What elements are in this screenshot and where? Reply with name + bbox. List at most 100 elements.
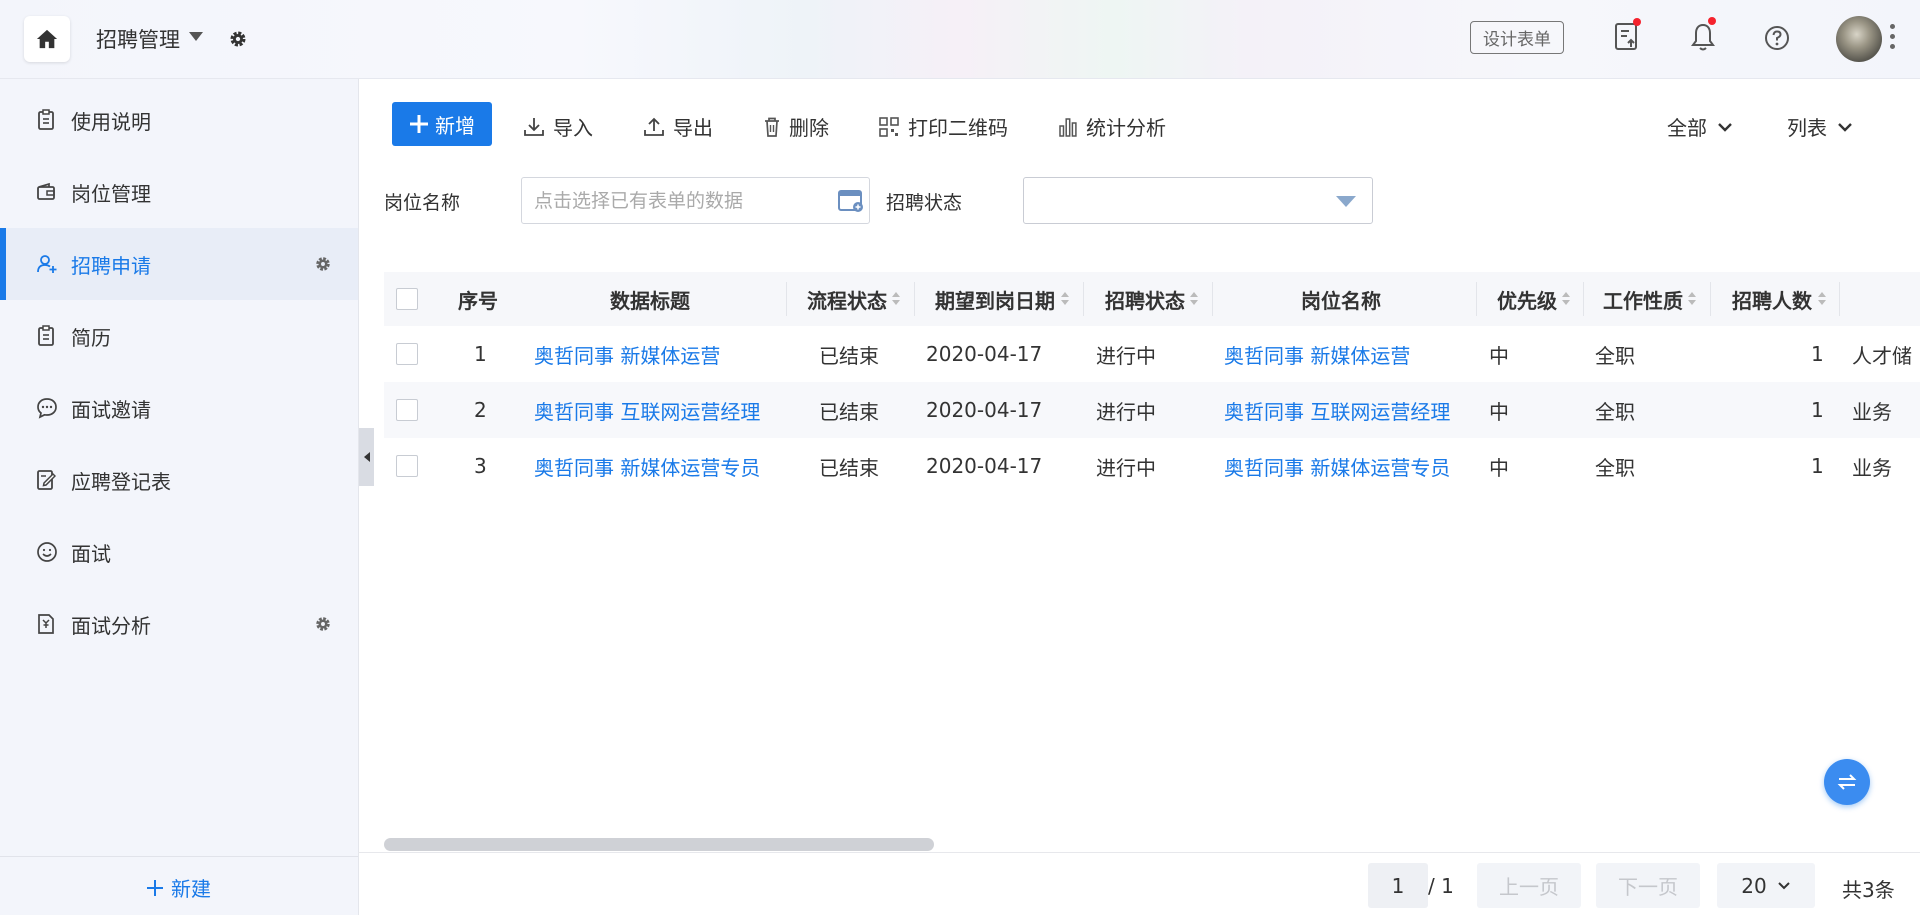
home-icon [36,29,58,49]
design-form-button[interactable]: 设计表单 [1470,21,1564,54]
row-checkbox[interactable] [396,343,418,365]
import-button[interactable]: 导入 [523,112,593,141]
column-header-flow-status[interactable]: 流程状态 [807,272,887,326]
cell-title-link[interactable]: 奥哲同事 互联网运营经理 [534,382,760,438]
sort-icon[interactable] [1818,292,1826,305]
page-size-value: 20 [1741,873,1767,898]
column-divider[interactable] [1710,282,1711,316]
cell-expected-date: 2020-04-17 [926,454,1043,478]
filter-all-label: 全部 [1667,116,1707,140]
cell-priority: 中 [1489,399,1509,424]
column-header-headcount[interactable]: 招聘人数 [1732,272,1812,326]
item-settings-gear-icon[interactable] [314,615,332,633]
help-icon[interactable] [1764,25,1790,51]
clipboard-icon [38,109,54,130]
row-checkbox[interactable] [396,455,418,477]
sidebar-footer: 新建 [0,856,358,916]
column-divider[interactable] [1083,282,1084,316]
float-action-button[interactable] [1824,759,1870,805]
bell-icon[interactable] [1690,22,1716,52]
item-settings-gear-icon[interactable] [314,255,332,273]
horizontal-scrollbar[interactable] [384,838,1920,852]
position-filter-input[interactable] [532,186,826,216]
sort-icon[interactable] [1061,292,1069,305]
column-header-priority[interactable]: 优先级 [1497,272,1557,326]
sort-icon[interactable] [892,292,900,305]
export-badge-dot [1633,18,1641,26]
column-divider[interactable] [1476,282,1477,316]
sidebar-item-application-form[interactable]: 应聘登记表 [0,444,358,516]
horizontal-scroll-thumb[interactable] [384,838,934,851]
sidebar-item-interview-analysis[interactable]: 面试分析 [0,588,358,660]
cell-position-link[interactable]: 奥哲同事 新媒体运营 [1224,326,1410,382]
next-page-button[interactable]: 下一页 [1596,863,1700,908]
sidebar-item-usage-guide[interactable]: 使用说明 [0,84,358,156]
export-button[interactable]: 导出 [643,112,713,141]
column-header-expected-date[interactable]: 期望到岗日期 [935,272,1055,326]
cell-position-link[interactable]: 奥哲同事 互联网运营经理 [1224,382,1450,438]
sidebar-item-label: 简历 [71,326,111,350]
cell-title-link[interactable]: 奥哲同事 新媒体运营专员 [534,438,760,494]
page-size-select[interactable]: 20 [1717,863,1815,908]
table-row[interactable]: 1 奥哲同事 新媒体运营 已结束 2020-04-17 进行中 奥哲同事 新媒体… [384,326,1920,382]
form-picker-icon[interactable] [836,186,866,216]
caret-left-icon [363,452,370,462]
cell-headcount: 1 [1811,398,1824,422]
sort-icon[interactable] [1688,292,1696,305]
prev-page-button[interactable]: 上一页 [1477,863,1581,908]
statistics-button[interactable]: 统计分析 [1058,112,1166,141]
report-icon [38,614,54,634]
sidebar-item-interview[interactable]: 面试 [0,516,358,588]
sort-icon[interactable] [1190,292,1198,305]
column-divider[interactable] [1583,282,1584,316]
new-item-button[interactable]: 新建 [145,873,211,902]
wallet-icon [37,182,55,200]
column-divider[interactable] [1839,282,1840,316]
app-switch-caret-icon[interactable] [189,32,203,41]
print-qr-label: 打印二维码 [908,116,1008,140]
export-doc-icon[interactable] [1614,22,1640,52]
table-row[interactable]: 2 奥哲同事 互联网运营经理 已结束 2020-04-17 进行中 奥哲同事 互… [384,382,1920,438]
print-qr-button[interactable]: 打印二维码 [878,112,1008,141]
sidebar-item-interview-invitation[interactable]: 面试邀请 [0,372,358,444]
app-title[interactable]: 招聘管理 [96,24,180,54]
cell-index: 1 [474,342,487,366]
sidebar-item-position-management[interactable]: 岗位管理 [0,156,358,228]
app-settings-gear-icon[interactable] [228,29,248,49]
sidebar-item-recruitment-request[interactable]: 招聘申请 [0,228,358,300]
sidebar-item-resume[interactable]: 简历 [0,300,358,372]
clipboard-icon [38,325,54,346]
more-menu-icon[interactable] [1890,24,1896,54]
user-avatar[interactable] [1836,16,1882,62]
column-divider[interactable] [914,282,915,316]
cell-recruit-status: 进行中 [1096,455,1156,480]
column-header-recruit-status[interactable]: 招聘状态 [1105,272,1185,326]
delete-button[interactable]: 删除 [763,112,829,141]
sidebar-collapse-handle[interactable] [359,428,374,486]
cell-headcount: 1 [1811,342,1824,366]
home-button[interactable] [24,16,70,62]
cell-title-link[interactable]: 奥哲同事 新媒体运营 [534,326,720,382]
import-label: 导入 [553,116,593,140]
column-header-work-nature[interactable]: 工作性质 [1603,272,1683,326]
chevron-down-icon [1838,122,1852,132]
column-divider[interactable] [786,282,787,316]
current-page-input[interactable]: 1 [1368,863,1428,908]
notification-badge-dot [1708,17,1716,25]
cell-priority: 中 [1489,343,1509,368]
view-mode-dropdown[interactable]: 列表 [1787,112,1853,141]
sort-icon[interactable] [1562,292,1570,305]
status-filter-select[interactable] [1023,177,1373,224]
sidebar-item-label: 面试分析 [71,614,151,638]
filter-all-dropdown[interactable]: 全部 [1667,112,1733,141]
add-button[interactable]: 新增 [392,102,492,146]
column-divider[interactable] [1212,282,1213,316]
select-all-checkbox[interactable] [396,288,418,310]
position-filter-field[interactable] [521,177,870,224]
trash-icon [765,117,779,137]
row-checkbox[interactable] [396,399,418,421]
table-row[interactable]: 3 奥哲同事 新媒体运营专员 已结束 2020-04-17 进行中 奥哲同事 新… [384,438,1920,494]
cell-position-link[interactable]: 奥哲同事 新媒体运营专员 [1224,438,1450,494]
new-item-label: 新建 [171,877,211,901]
download-icon [524,117,544,136]
